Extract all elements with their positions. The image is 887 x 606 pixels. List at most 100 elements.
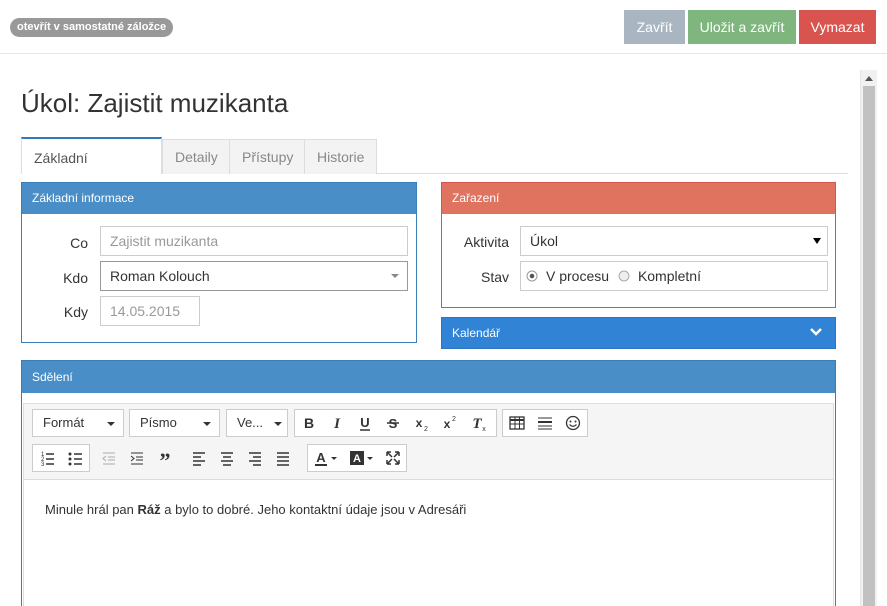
scroll-up-arrow-icon[interactable] (865, 76, 873, 81)
align-center-button[interactable] (213, 445, 241, 471)
unordered-list-button[interactable] (61, 445, 89, 471)
page-title: Úkol: Zajistit muzikanta (21, 88, 289, 118)
tab-details[interactable]: Detaily (162, 139, 230, 174)
quote-icon: ” (160, 448, 171, 471)
clear-format-icon: Tx (472, 416, 486, 433)
activity-label: Aktivita (463, 234, 509, 250)
tab-bar: Základní informace Detaily Přístupy Hist… (21, 137, 848, 204)
table-button[interactable] (503, 410, 531, 436)
svg-text:A: A (353, 453, 361, 465)
status-option-complete-label: Kompletní (637, 268, 701, 284)
svg-text:A: A (316, 450, 326, 465)
top-bar: otevřít v samostatné záložce Zavřít Ulož… (0, 0, 887, 54)
svg-text:3: 3 (41, 462, 45, 468)
strikethrough-button[interactable]: S (379, 410, 407, 436)
font-dropdown[interactable]: Písmo (129, 409, 220, 437)
indent-group: ” (94, 444, 180, 472)
svg-text:B: B (304, 415, 314, 431)
status-option-in-progress[interactable]: V procesu (526, 262, 609, 290)
horizontal-line-button[interactable] (531, 410, 559, 436)
ordered-list-button[interactable]: 123 (33, 445, 61, 471)
smiley-icon (565, 415, 581, 431)
kdo-select[interactable]: Roman Kolouch (100, 261, 408, 291)
delete-button[interactable]: Vymazat (799, 10, 876, 44)
close-button[interactable]: Zavřít (624, 10, 685, 44)
align-right-icon (249, 452, 261, 466)
underline-icon: U (360, 415, 370, 431)
radio-checked-icon[interactable] (526, 270, 538, 282)
ordered-list-icon: 123 (41, 452, 54, 468)
scrollbar[interactable] (860, 70, 877, 606)
basic-info-panel: Základní informace Co Zajistit muzikanta… (21, 182, 417, 343)
editor-content[interactable]: Minule hrál pan Ráž a bylo to dobré. Jeh… (45, 502, 466, 517)
fullscreen-button[interactable] (380, 445, 406, 471)
chevron-down-icon (107, 422, 115, 426)
align-left-button[interactable] (185, 445, 213, 471)
format-dropdown[interactable]: Formát (32, 409, 124, 437)
svg-text:2: 2 (424, 426, 428, 433)
scrollbar-thumb[interactable] (863, 86, 875, 606)
align-right-button[interactable] (241, 445, 269, 471)
chevron-down-icon (813, 238, 821, 244)
chevron-down-icon (391, 274, 399, 278)
horizontal-line-icon (538, 417, 552, 430)
strikethrough-icon: S (387, 416, 399, 431)
tab-access[interactable]: Přístupy (229, 139, 305, 174)
open-in-tab-link[interactable]: otevřít v samostatné záložce (10, 18, 174, 37)
editor-toolbar: Formát Písmo Ve... B I U x 2 x 2 T x 1 2… (24, 404, 833, 480)
kdo-label: Kdo (63, 270, 88, 286)
align-justify-button[interactable] (269, 445, 297, 471)
size-dropdown[interactable]: Ve... (226, 409, 288, 437)
clear-format-button[interactable]: Tx (463, 410, 494, 436)
co-input[interactable]: Zajistit muzikanta (100, 226, 408, 256)
unordered-list-icon (68, 452, 82, 466)
format-dropdown-label: Formát (43, 415, 85, 430)
superscript-button[interactable]: x2 (435, 410, 463, 436)
tab-basic-info[interactable]: Základní informace (21, 137, 162, 204)
background-color-button[interactable]: A (344, 445, 380, 471)
fullscreen-icon (386, 451, 400, 465)
underline-button[interactable]: U (351, 410, 379, 436)
chevron-down-icon (203, 422, 211, 426)
activity-select[interactable]: Úkol (520, 226, 828, 256)
blockquote-button[interactable]: ” (151, 445, 179, 471)
kdo-select-value: Roman Kolouch (110, 268, 210, 284)
status-radio-group: V procesu Kompletní (520, 261, 828, 291)
rich-text-editor: Formát Písmo Ve... B I U x 2 x 2 T x 1 2… (23, 403, 834, 606)
insert-group (502, 409, 588, 437)
svg-text:x: x (444, 417, 451, 431)
color-group: A A (307, 444, 407, 472)
emoji-button[interactable] (559, 410, 587, 436)
kdy-label: Kdy (63, 304, 88, 320)
italic-button[interactable]: I (323, 410, 351, 436)
svg-text:T: T (472, 416, 482, 432)
save-and-close-button[interactable]: Uložit a zavřít (688, 10, 796, 44)
content-text-bold: Ráž (137, 502, 161, 517)
text-color-button[interactable]: A (308, 445, 344, 471)
bold-icon: B (304, 415, 314, 431)
svg-text:x: x (482, 426, 486, 433)
tab-history[interactable]: Historie (304, 139, 377, 174)
radio-unchecked-icon[interactable] (618, 270, 630, 282)
outdent-icon (102, 452, 115, 465)
co-label: Co (70, 235, 88, 251)
kdy-date-input[interactable]: 14.05.2015 (100, 296, 200, 326)
calendar-panel[interactable]: Kalendář (441, 317, 836, 349)
align-left-icon (193, 452, 205, 466)
status-option-complete[interactable]: Kompletní (618, 262, 701, 290)
italic-icon: I (333, 416, 341, 432)
table-icon (509, 416, 525, 430)
align-center-icon (221, 452, 233, 466)
activity-select-value: Úkol (530, 233, 559, 249)
basic-info-panel-title: Základní informace (22, 183, 416, 214)
indent-button[interactable] (123, 445, 151, 471)
outdent-button[interactable] (95, 445, 123, 471)
classification-panel-title: Zařazení (442, 183, 835, 214)
subscript-icon: x2 (416, 416, 428, 433)
subscript-button[interactable]: x2 (407, 410, 435, 436)
indent-icon (130, 452, 143, 465)
superscript-icon: x2 (444, 416, 456, 431)
calendar-panel-title: Kalendář (442, 318, 835, 348)
chevron-down-icon[interactable] (809, 325, 823, 339)
bold-button[interactable]: B (295, 410, 323, 436)
